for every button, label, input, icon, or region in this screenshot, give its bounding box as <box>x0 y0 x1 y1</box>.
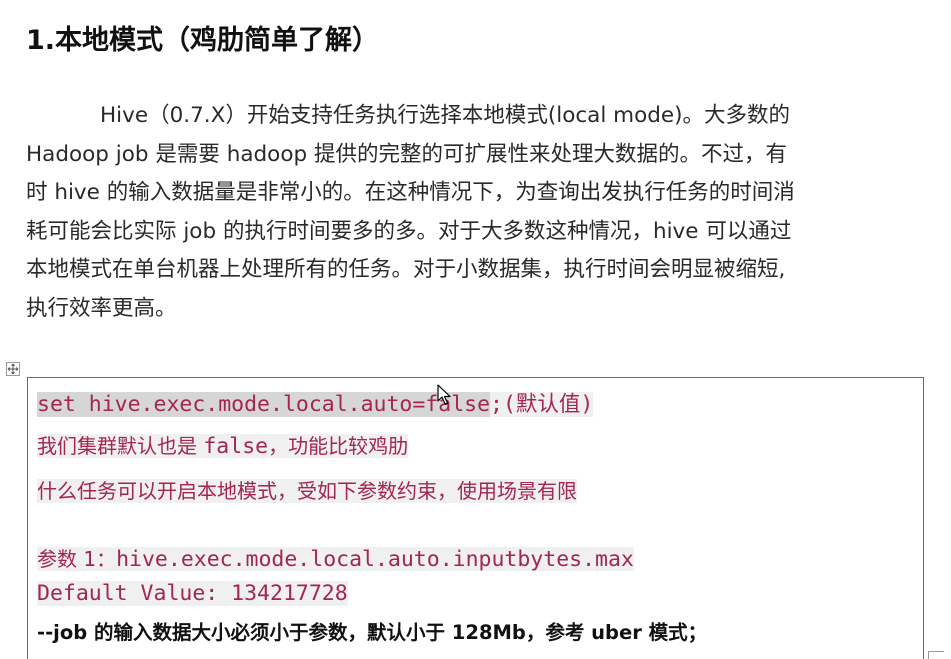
section-heading: 1.本地模式（鸡肋简单了解） <box>26 25 380 56</box>
code-text: Default Value: 134217728 <box>37 581 348 606</box>
paragraph-line: 执行效率更高。 <box>26 295 177 321</box>
code-line-constraints: 什么任务可以开启本地模式，受如下参数约束，使用场景有限 <box>37 474 577 508</box>
code-line-param: 参数 1：hive.exec.mode.local.auto.inputbyte… <box>37 542 634 577</box>
code-text: hive.exec.mode.local.auto.inputbytes.max <box>116 547 634 572</box>
code-text: 参数 1： <box>37 547 117 571</box>
paragraph-line: Hadoop job 是需要 hadoop 提供的完整的可扩展性来处理大数据的。… <box>26 141 787 167</box>
code-text: false <box>203 434 269 459</box>
code-text: ，功能比较鸡肋 <box>268 434 409 458</box>
move-anchor-icon[interactable] <box>6 362 20 376</box>
code-text: ;(默认值) <box>490 392 594 417</box>
code-line-cluster-default: 我们集群默认也是 false，功能比较鸡肋 <box>37 429 409 464</box>
resize-handle[interactable] <box>928 651 944 659</box>
selected-text[interactable]: set hive.exec.mode.local.auto=false <box>37 392 491 417</box>
body-paragraph: Hive（0.7.X）开始支持任务执行选择本地模式(local mode)。大多… <box>26 97 916 328</box>
paragraph-line: 耗可能会比实际 job 的执行时间要多的多。对于大多数这种情况，hive 可以通… <box>26 218 792 244</box>
code-line-set-command: set hive.exec.mode.local.auto=false;(默认值… <box>37 388 594 422</box>
document-page: 1.本地模式（鸡肋简单了解） Hive（0.7.X）开始支持任务执行选择本地模式… <box>0 0 951 659</box>
paragraph-line: 时 hive 的输入数据量是非常小的。在这种情况下，为查询出发执行任务的时间消 <box>26 180 795 205</box>
code-text: 我们集群默认也是 <box>37 434 204 458</box>
code-block: set hive.exec.mode.local.auto=false;(默认值… <box>27 377 924 659</box>
paragraph-line: Hive（0.7.X）开始支持任务执行选择本地模式(local mode)。大多… <box>100 103 791 128</box>
code-line-note: --job 的输入数据大小必须小于参数，默认小于 128Mb，参考 uber 模… <box>37 621 708 644</box>
code-text: 什么任务可以开启本地模式，受如下参数约束，使用场景有限 <box>37 479 577 503</box>
code-line-default-value: Default Value: 134217728 <box>37 577 348 611</box>
paragraph-line: 本地模式在单台机器上处理所有的任务。对于小数据集，执行时间会明显被缩短, <box>26 257 786 282</box>
mouse-pointer-icon <box>437 384 451 405</box>
